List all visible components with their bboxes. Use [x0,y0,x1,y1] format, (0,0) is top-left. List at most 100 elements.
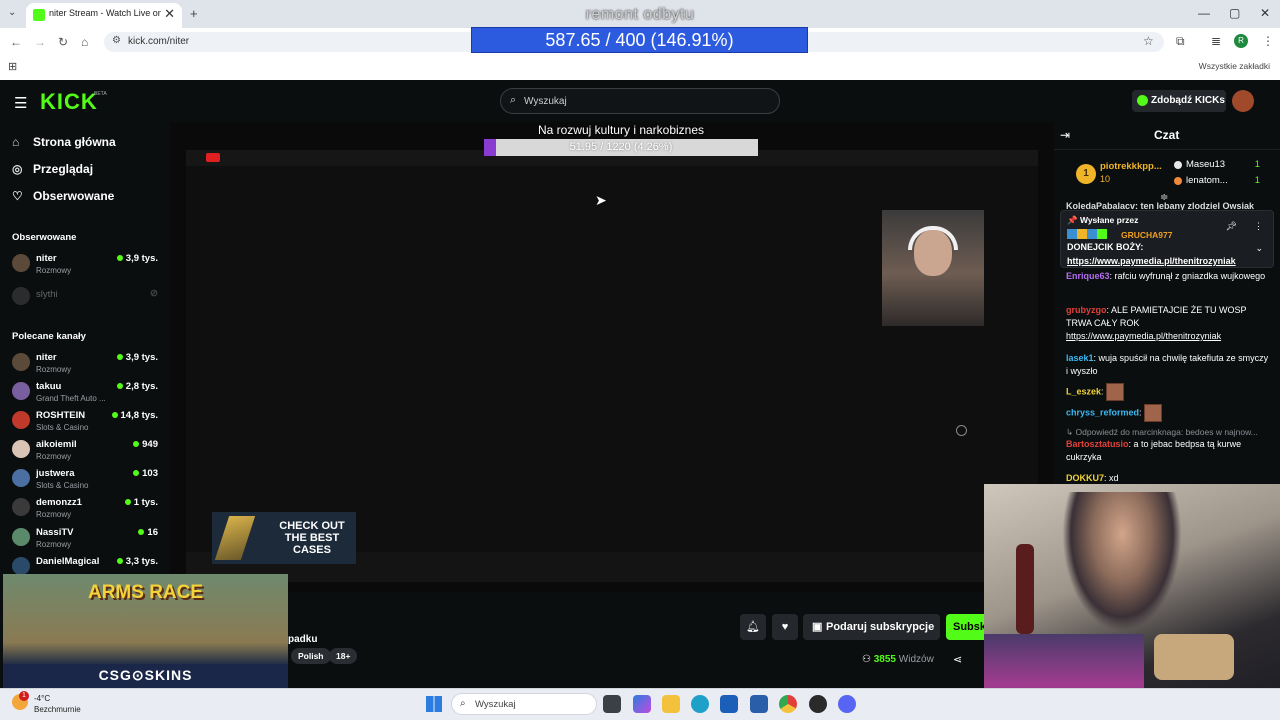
obs-icon[interactable] [809,695,827,713]
chrome-icon[interactable] [779,695,797,713]
subscribe-button[interactable]: Subskrybuj [946,614,986,640]
reload-icon[interactable]: ↻ [58,35,68,49]
tab-search-icon[interactable]: ⌄ [8,7,16,18]
csgoskins-logo: CSG⊙SKINS [98,667,193,683]
tab-close-icon[interactable]: ✕ [164,6,175,22]
sidebar-channel-nassitv[interactable]: NassiTV Rozmowy 16 [12,525,160,553]
chat-username[interactable]: lasek1 [1066,353,1094,363]
sidebar-channel-niter[interactable]: niter Rozmowy 3,9 tys. [12,251,160,279]
chat-username[interactable]: grubyzgo [1066,305,1107,315]
edge-icon[interactable] [691,695,709,713]
store-icon[interactable] [750,695,768,713]
kick-favicon-icon [33,9,45,21]
pinned-link[interactable]: https://www.paymedia.pl/thenitrozyniak [1067,256,1249,266]
notification-bell-button[interactable]: 🔔︎ [740,614,766,640]
leader-count: 1 [1254,175,1260,186]
task-view-icon[interactable] [603,695,621,713]
channel-avatar [12,254,30,272]
sidebar-channel-justwera[interactable]: justwera Slots & Casino 103 [12,466,160,494]
extensions-icon[interactable]: ⧉ [1176,34,1185,49]
viewers-count: 1 tys. [133,497,158,508]
share-icon[interactable]: ⋖ [953,653,962,666]
knife-icon [214,516,256,560]
chat-username[interactable]: L_eszek [1066,386,1101,396]
browser-menu-icon[interactable]: ⋮ [1262,34,1274,48]
live-dot-icon [116,255,123,261]
get-kicks-button[interactable]: Zdobądź KICKs [1132,90,1226,112]
file-explorer-icon[interactable] [662,695,680,713]
media-icon[interactable]: ≣ [1211,34,1221,48]
live-dot-icon [116,383,123,389]
bottle-icon [1016,544,1034,634]
search-icon: ⌕ [460,698,466,709]
chat-title: Czat [1154,128,1180,142]
pinned-message[interactable]: 📌 Wysłane przez GRUCHA977 DONEJCIK BOŻY:… [1060,210,1274,268]
sidebar-channel-aikoiemil[interactable]: aikoiemil Rozmowy 949 [12,437,160,465]
live-dot-icon [116,354,123,360]
bookmark-star-icon[interactable]: ☆ [1143,34,1154,48]
tag-polish[interactable]: Polish [291,648,331,664]
hamburger-menu-icon[interactable]: ☰ [14,94,27,112]
sidebar-channel-niter-rec[interactable]: niter Rozmowy 3,9 tys. [12,350,160,378]
channel-name: ROSHTEIN [36,410,86,421]
chat-username[interactable]: Enrique63 [1066,271,1110,281]
pinned-user[interactable]: GRUCHA977 [1121,230,1173,240]
outlook-icon[interactable] [720,695,738,713]
back-icon[interactable]: ← [10,35,22,49]
channel-avatar [12,353,30,371]
gift-subs-button[interactable]: ▣ Podaruj subskrypcje [803,614,940,640]
taskbar-search[interactable]: ⌕ Wyszukaj [451,693,597,715]
sidebar-channel-slythi[interactable]: slythi ⊘ [12,284,160,312]
browser-tab[interactable]: niter Stream - Watch Live on Kick ✕ [26,3,182,28]
minimize-icon[interactable]: — [1198,6,1210,20]
recommended-section-title: Polecane kanały [12,331,86,342]
chat-username[interactable]: Bartosztatusio [1066,439,1129,449]
home-icon[interactable]: ⌂ [81,35,88,49]
sidebar-channel-demonzz1[interactable]: demonzz1 Rozmowy 1 tys. [12,495,160,523]
gift-leaderboard-first[interactable]: 1 piotrekkkpp... 10 [1076,160,1166,188]
channel-viewers: 2,8 tys. [116,381,158,392]
sidebar-nav-home[interactable]: ⌂ Strona główna [12,135,116,149]
chat-username[interactable]: DOKKU7 [1066,473,1104,483]
chevron-down-icon[interactable]: ⌄ [1255,243,1263,254]
viewer-count: ⚇ 3855 Widzów [862,654,934,665]
channel-name: DanielMagical [36,556,100,567]
chat-message: lasek1: wuja spuścił na chwilę takefiuta… [1066,353,1269,376]
compass-icon: ◎ [12,162,23,176]
search-input[interactable]: ⌕ Wyszukaj [500,88,780,114]
viewers-count: 3,9 tys. [125,352,158,363]
chat-link[interactable]: https://www.paymedia.pl/thenitrozyniak [1066,331,1221,341]
sidebar-channel-takuu[interactable]: takuu Grand Theft Auto ... 2,8 tys. [12,379,160,407]
site-info-icon[interactable]: ⚙ [112,35,121,46]
viewers-number: 3855 [873,654,896,665]
sidebar-channel-roshtein[interactable]: ROSHTEIN Slots & Casino 14,8 tys. [12,408,160,436]
maximize-icon[interactable]: ▢ [1229,6,1240,20]
tag-18plus[interactable]: 18+ [329,648,358,664]
pin-icon[interactable]: 📌︎ [1226,221,1237,232]
user-avatar[interactable] [1232,90,1254,112]
arms-race-headline: ARMS RACE [87,582,204,603]
follow-heart-button[interactable]: ♥ [772,614,798,640]
kick-logo[interactable]: KICK [40,89,98,115]
live-dot-icon [133,470,140,476]
sidebar-nav-browse[interactable]: ◎ Przeglądaj [12,162,93,176]
window-close-icon[interactable]: ✕ [1260,6,1270,20]
channel-category: Rozmowy [36,365,72,374]
channel-category: Grand Theft Auto ... [36,394,106,403]
channel-avatar [12,440,30,458]
new-tab-button[interactable]: + [190,6,198,21]
copilot-icon[interactable] [633,695,651,713]
sidebar-nav-following[interactable]: ♡ Obserwowane [12,189,114,203]
windows-start-icon[interactable] [426,696,442,712]
channel-category: Slots & Casino [36,481,89,490]
all-bookmarks[interactable]: Wszystkie zakładki [1199,61,1270,71]
chat-username[interactable]: chryss_reformed [1066,407,1139,417]
collapse-chat-icon[interactable]: ⇥ [1060,128,1070,142]
profile-avatar[interactable]: R [1234,34,1248,48]
channel-viewers: 14,8 tys. [111,410,158,421]
discord-icon[interactable] [838,695,856,713]
apps-grid-icon[interactable]: ⊞ [8,60,17,73]
more-options-icon[interactable]: ⋮ [1254,221,1263,232]
live-dot-icon [124,499,131,505]
forward-icon[interactable]: → [34,35,46,49]
